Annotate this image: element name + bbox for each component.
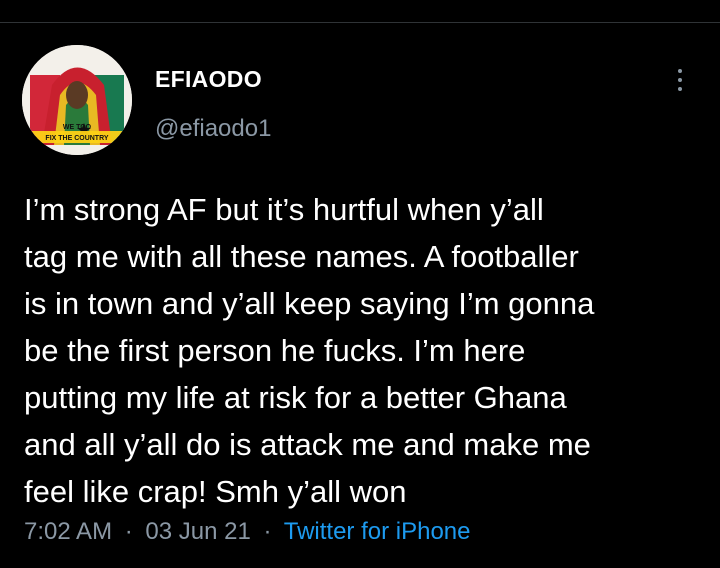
more-vertical-icon (678, 69, 682, 91)
meta-separator: · (124, 518, 133, 545)
tweet-source-link[interactable]: Twitter for iPhone (284, 518, 471, 545)
tweet-text-line: putting my life at risk for a better Gha… (24, 380, 567, 415)
tweet-meta: 7:02 AM · 03 Jun 21 · Twitter for iPhone (24, 518, 470, 546)
tweet-text: I’m strong AF but it’s hurtful when y’al… (24, 186, 708, 515)
tweet-text-line: is in town and y’all keep saying I’m gon… (24, 286, 595, 321)
tweet-text-line: I’m strong AF but it’s hurtful when y’al… (24, 192, 544, 227)
tweet-text-line: and all y’all do is attack me and make m… (24, 427, 591, 462)
more-options-button[interactable] (665, 62, 695, 98)
tweet-text-line: tag me with all these names. A footballe… (24, 239, 579, 274)
avatar-image: WE TOO FIX THE COUNTRY (22, 45, 132, 155)
tweet-text-line: feel like crap! Smh y’all won (24, 474, 407, 509)
avatar[interactable]: WE TOO FIX THE COUNTRY (22, 45, 132, 155)
author-handle[interactable]: @efiaodo1 (155, 115, 271, 143)
avatar-caption-bottom: FIX THE COUNTRY (45, 135, 108, 142)
tweet-date[interactable]: 03 Jun 21 (145, 518, 250, 545)
top-divider (0, 22, 720, 23)
meta-separator: · (263, 518, 272, 545)
tweet-text-line: be the first person he fucks. I’m here (24, 333, 526, 368)
tweet-time[interactable]: 7:02 AM (24, 518, 112, 545)
author-display-name[interactable]: EFIAODO (155, 66, 262, 93)
avatar-caption-top: WE TOO (63, 124, 92, 131)
